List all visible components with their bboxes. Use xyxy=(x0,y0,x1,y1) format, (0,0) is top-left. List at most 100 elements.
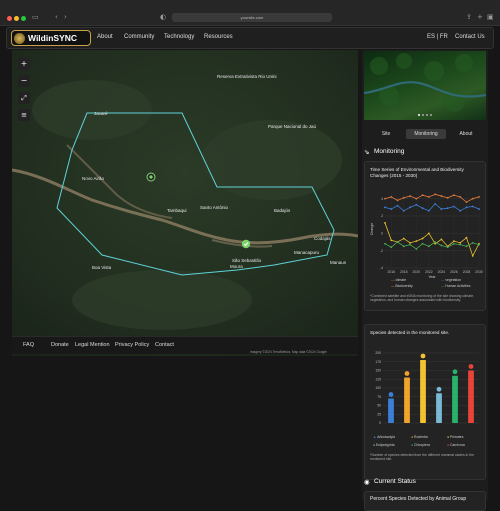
tab-about[interactable]: About xyxy=(448,129,484,139)
data-point xyxy=(421,242,424,245)
map-label: Manacapuru xyxy=(294,250,320,255)
y-tick-label: 125 xyxy=(375,377,381,381)
observation-marker-icon[interactable] xyxy=(146,172,156,182)
data-point xyxy=(453,242,455,245)
data-point xyxy=(453,205,455,208)
bar xyxy=(436,393,442,423)
logo-emblem-icon xyxy=(14,33,25,44)
map-label: Codajás xyxy=(314,236,331,241)
y-tick-label: -4 xyxy=(380,266,383,270)
data-point xyxy=(402,237,405,240)
data-point xyxy=(421,237,424,240)
map-label: Novo Airão xyxy=(82,176,105,181)
layers-icon[interactable]: ≡ xyxy=(18,109,30,121)
nav-about[interactable]: About xyxy=(97,34,113,40)
data-point xyxy=(384,206,386,209)
y-tick-label: 0 xyxy=(379,421,381,425)
y-axis-label: Change xyxy=(370,223,374,236)
language-switch[interactable]: ES | FR xyxy=(427,34,448,40)
data-point xyxy=(440,244,443,247)
legend-artiodactyla: ▲ Artiodactyla xyxy=(373,435,395,439)
carousel-dots[interactable] xyxy=(418,114,432,117)
zoom-out-label: − xyxy=(20,76,28,85)
zoom-in-label: + xyxy=(20,59,28,68)
fullscreen-icon[interactable]: ⤢ xyxy=(18,92,30,104)
species-title: Species detected in the monitored site. xyxy=(370,330,450,335)
data-point xyxy=(440,238,443,241)
nav-community[interactable]: Community xyxy=(124,34,154,40)
back-icon[interactable]: ‹ xyxy=(55,13,58,21)
sidebar-toggle-icon[interactable]: ▭ xyxy=(32,13,39,21)
data-point xyxy=(384,242,386,245)
data-point xyxy=(384,222,386,224)
site-sidebar: Site Monitoring About ⇘ Monitoring Time … xyxy=(362,50,488,511)
data-point xyxy=(434,242,437,245)
close-window-button[interactable] xyxy=(7,16,12,21)
clade-icon xyxy=(452,369,458,375)
data-point xyxy=(427,245,430,248)
tabs-overview-icon[interactable]: ▣ xyxy=(487,13,494,21)
legend-biodiversity: — Biodiversity xyxy=(391,284,413,288)
bar xyxy=(452,375,458,423)
y-tick-label: 100 xyxy=(375,386,381,390)
data-point xyxy=(415,203,418,206)
x-tick-label: 2020 xyxy=(413,270,421,274)
data-point xyxy=(471,254,474,257)
clade-icon xyxy=(420,353,426,359)
y-tick-label: 25 xyxy=(377,412,381,416)
zoom-in-button[interactable]: + xyxy=(18,58,30,70)
data-point xyxy=(409,241,411,244)
nav-resources[interactable]: Resources xyxy=(204,34,233,40)
data-point xyxy=(427,196,430,198)
data-point xyxy=(415,240,418,243)
y-tick-label: 175 xyxy=(375,360,381,364)
timeseries-title: Time Series of Environmental and Biodive… xyxy=(370,167,464,178)
footer-legal-link[interactable]: Legal Mention xyxy=(75,342,110,348)
data-point xyxy=(465,245,468,248)
maximize-window-button[interactable] xyxy=(21,16,26,21)
url-text: yoursite.com xyxy=(240,15,264,20)
share-icon[interactable]: ⇪ xyxy=(466,13,472,21)
tab-site[interactable]: Site xyxy=(368,129,404,139)
new-tab-icon[interactable]: + xyxy=(477,13,483,21)
data-point xyxy=(459,241,462,244)
data-point xyxy=(465,236,468,239)
status-icon: ◉ xyxy=(364,479,370,486)
x-tick-label: 2026 xyxy=(450,270,458,274)
logo[interactable]: WildinSYNC xyxy=(11,30,91,46)
site-marker-icon[interactable] xyxy=(241,239,251,249)
monitoring-icon: ⇘ xyxy=(364,149,370,156)
y-tick-label: -2 xyxy=(380,249,383,253)
map-label: Boa Vista xyxy=(92,265,112,270)
data-point xyxy=(459,243,462,246)
species-chart: 0 25 50 75 100 125 150 175 200 xyxy=(375,351,479,425)
address-bar[interactable]: yoursite.com xyxy=(172,13,332,22)
bar xyxy=(404,377,410,423)
bar xyxy=(388,398,394,423)
nav-technology[interactable]: Technology xyxy=(164,34,194,40)
forward-icon[interactable]: › xyxy=(64,13,67,21)
map-label: Tambaqui xyxy=(167,208,187,213)
map-canvas xyxy=(12,50,358,356)
timeseries-chart: -4 -2 0 2 4 2016 2018 2020 2022 2024 2026 2028 2030 Y… xyxy=(370,190,483,279)
legend-carnivora: ● Carnivora xyxy=(447,443,465,447)
satellite-map[interactable]: Reserva Extrativista Rio Unini Parque Na… xyxy=(12,50,358,356)
data-point xyxy=(478,243,480,246)
y-tick-label: 2 xyxy=(381,214,383,218)
y-tick-label: 150 xyxy=(375,369,381,373)
zoom-out-button[interactable]: − xyxy=(18,75,30,87)
data-point xyxy=(446,246,449,249)
footer-faq-link[interactable]: FAQ xyxy=(23,342,34,348)
footer-contact-link[interactable]: Contact xyxy=(155,342,174,348)
tab-monitoring[interactable]: Monitoring xyxy=(406,129,446,139)
legend-primates: ● Primates xyxy=(447,435,464,439)
legend-climate: — climate xyxy=(391,278,407,282)
data-point xyxy=(396,241,399,243)
footer-donate-link[interactable]: Donate xyxy=(51,342,69,348)
minimize-window-button[interactable] xyxy=(14,16,19,21)
series-line xyxy=(384,193,480,203)
series-line xyxy=(384,203,480,212)
map-attribution: Imagery ©2024 TerraMetrics, Map data ©20… xyxy=(250,350,327,354)
footer-privacy-link[interactable]: Privacy Policy xyxy=(115,342,149,348)
nav-contact-us[interactable]: Contact Us xyxy=(455,34,485,40)
